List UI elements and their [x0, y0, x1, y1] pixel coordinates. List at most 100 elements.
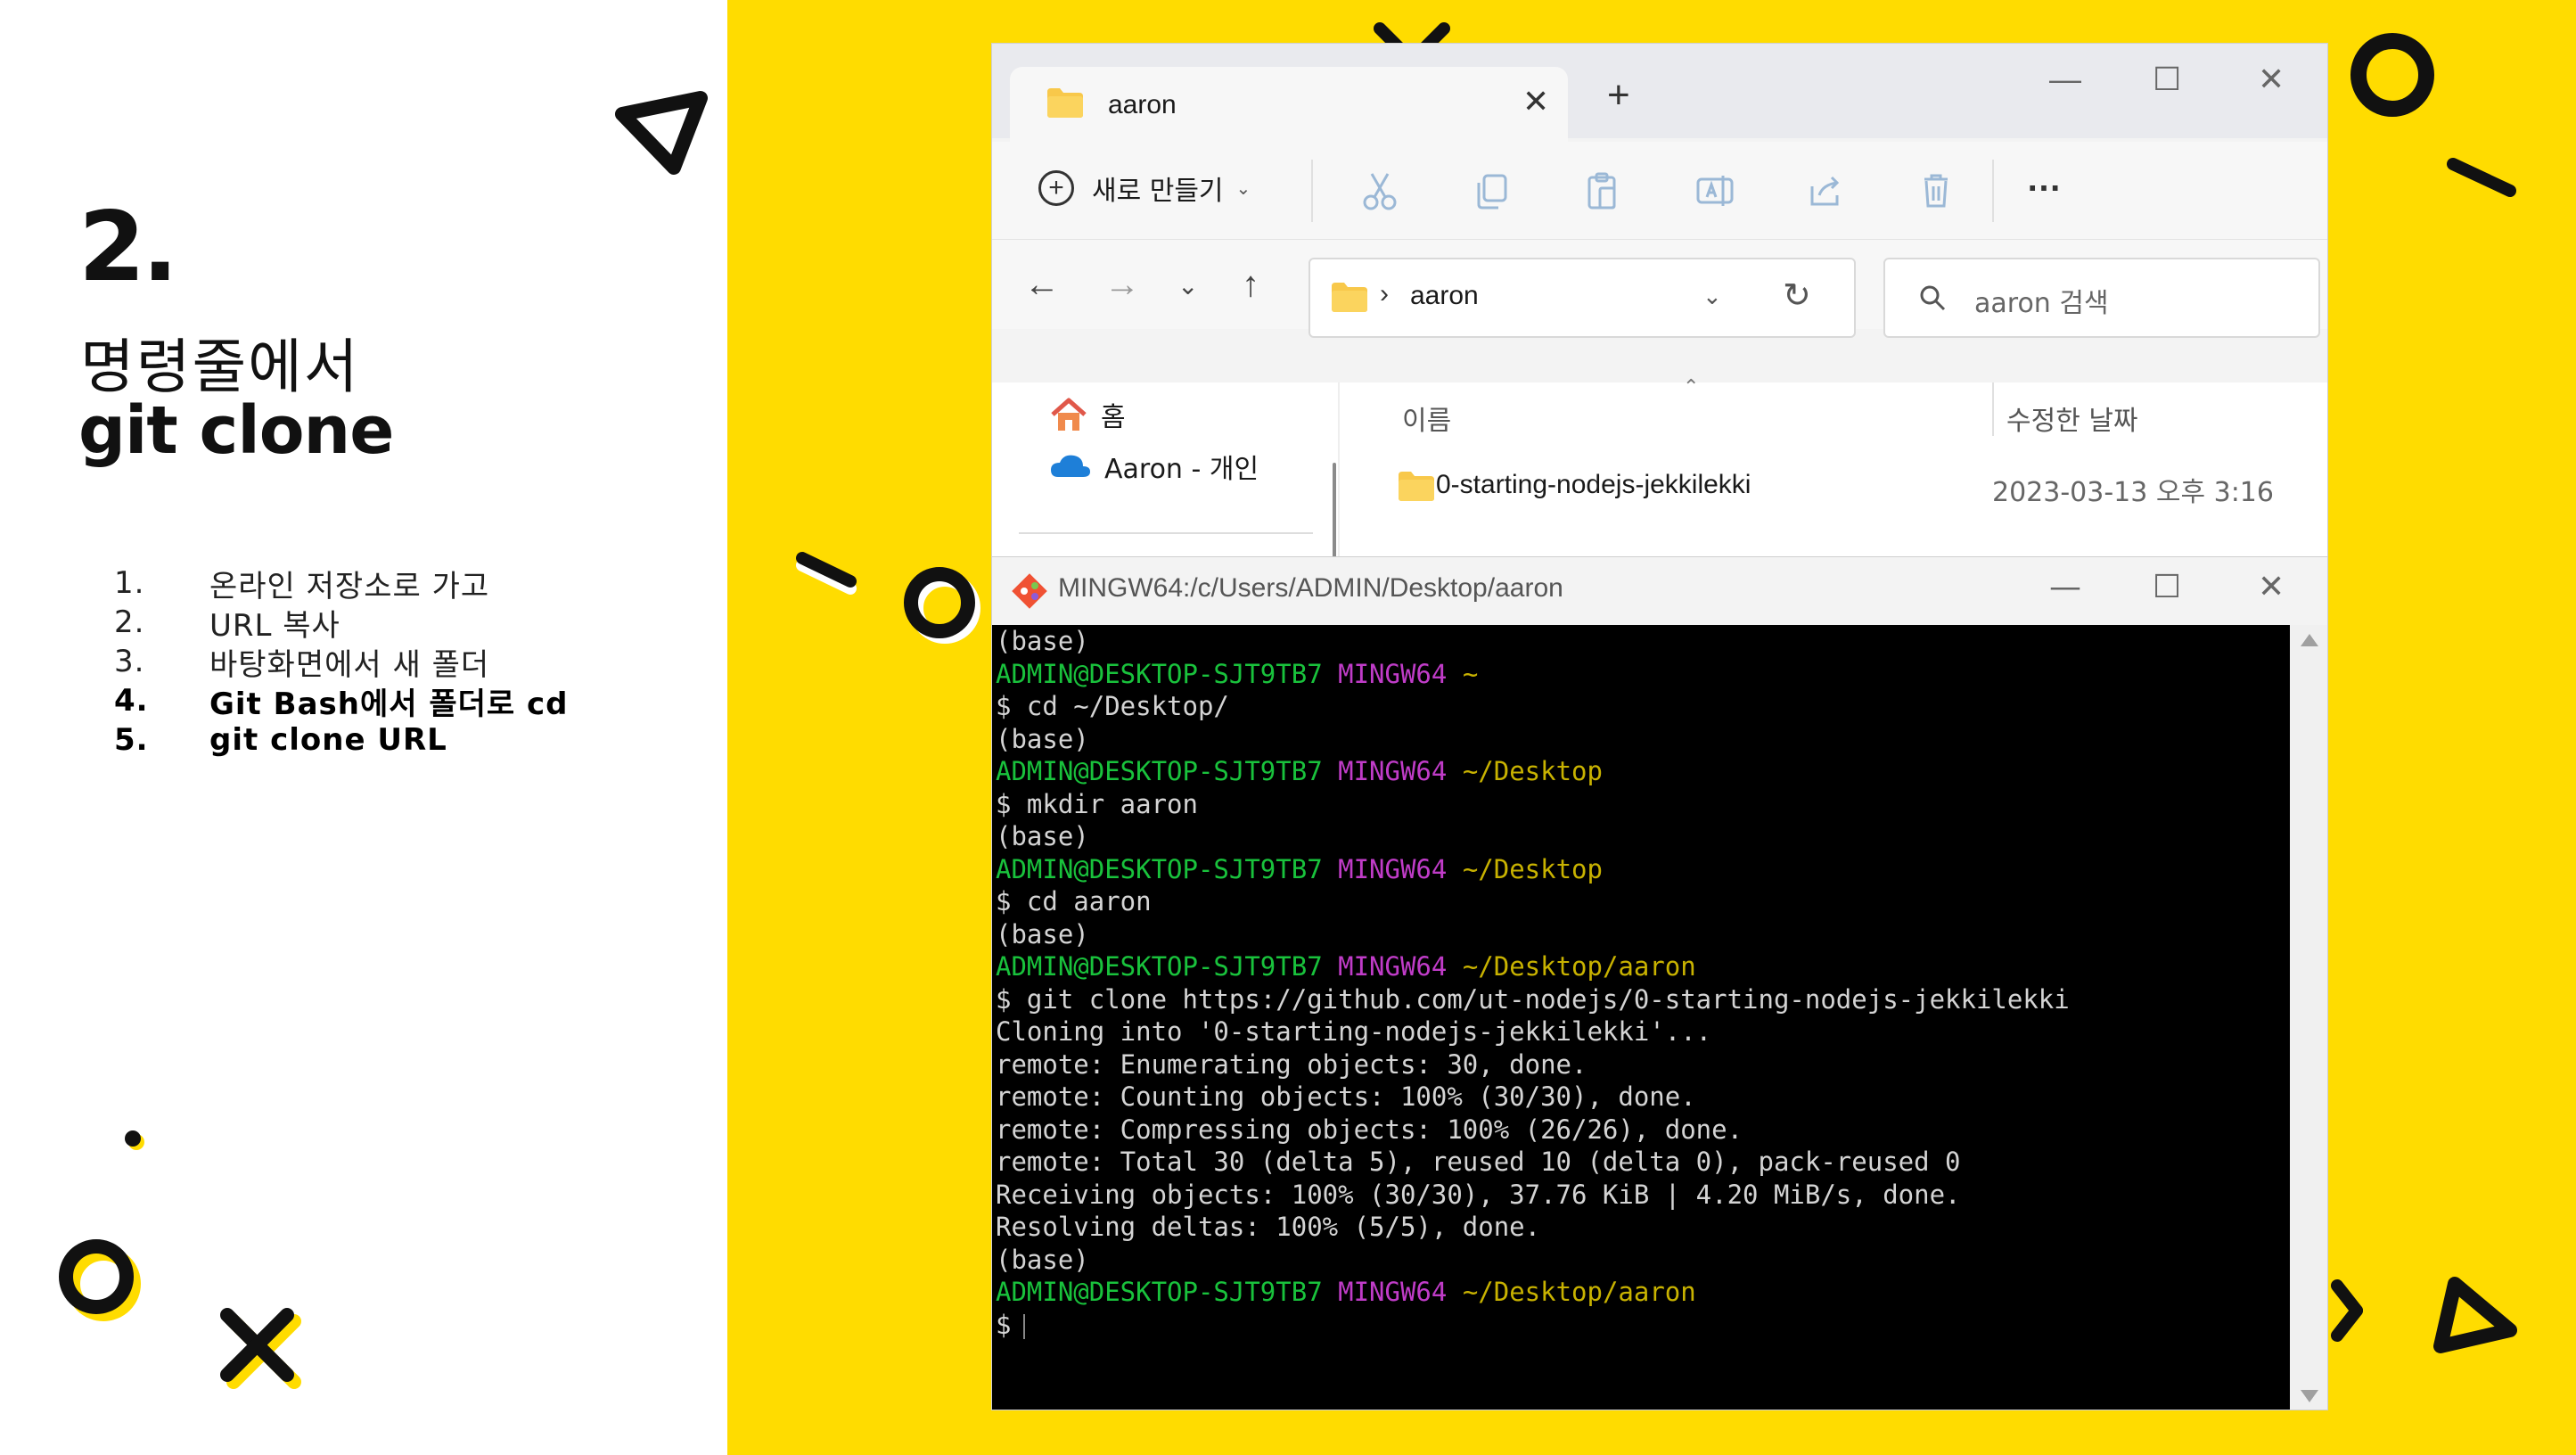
close-window-icon[interactable]: ✕	[2258, 63, 2285, 95]
terminal-output[interactable]: (base) ADMIN@DESKTOP-SJT9TB7 MINGW64 ~ $ c…	[992, 625, 2290, 1410]
terminal-output-line: Receiving objects: 100% (30/30), 37.76 K…	[996, 1179, 1961, 1210]
step-item: 4. Git Bash에서 폴더로 cd	[114, 681, 569, 722]
terminal-scrollbar[interactable]	[2290, 625, 2327, 1410]
terminal-output-line: $ mkdir aaron	[996, 788, 1198, 819]
home-icon	[1051, 398, 1087, 431]
explorer-tab[interactable]: aaron ✕	[1010, 67, 1568, 142]
close-tab-icon[interactable]: ✕	[1522, 83, 1549, 120]
terminal-prompt-line: ADMIN@DESKTOP-SJT9TB7 MINGW64 ~/Desktop	[992, 755, 2290, 788]
column-header-name[interactable]: 이름	[1402, 399, 1451, 438]
cut-icon[interactable]	[1358, 169, 1402, 213]
explorer-tab-label: aaron	[1108, 90, 1177, 119]
step-label: URL 복사	[209, 607, 340, 644]
sort-ascending-icon: ⌃	[1683, 375, 1700, 398]
up-arrow-icon[interactable]: ↑	[1242, 267, 1259, 302]
step-label: git clone URL	[209, 722, 447, 758]
terminal-titlebar: MINGW64:/c/Users/ADMIN/Desktop/aaron — ☐…	[992, 557, 2327, 625]
triangle-decoration-icon	[615, 91, 708, 175]
scroll-down-icon[interactable]	[2301, 1390, 2318, 1402]
folder-icon	[1332, 283, 1367, 312]
folder-icon	[1047, 88, 1083, 118]
step-label: 온라인 저장소로 가고	[209, 568, 490, 604]
breadcrumb-separator-icon: ›	[1380, 279, 1389, 308]
step-number: 2.	[114, 604, 145, 640]
terminal-title: MINGW64:/c/Users/ADMIN/Desktop/aaron	[1058, 573, 1563, 603]
circle-decoration-icon	[59, 1239, 141, 1321]
search-input[interactable]: aaron 검색	[1883, 258, 2320, 338]
explorer-content: 홈 Aaron - 개인 이름 ⌃ 수정한 날짜 0-starting-node…	[992, 375, 2327, 559]
close-window-icon[interactable]: ✕	[2258, 571, 2285, 604]
sidebar-divider	[1019, 532, 1313, 534]
file-list-item[interactable]: 0-starting-nodejs-jekkilekki 2023-03-13 …	[1366, 454, 2311, 516]
prompt-user-host: ADMIN@DESKTOP-SJT9TB7	[996, 1277, 1323, 1307]
prompt-user-host: ADMIN@DESKTOP-SJT9TB7	[996, 951, 1323, 982]
recent-locations-icon[interactable]: ⌄	[1177, 274, 1198, 299]
triangle-decoration-icon	[2433, 1277, 2517, 1353]
search-icon	[1920, 285, 1946, 311]
address-bar[interactable]: › aaron ⌄ ↻	[1309, 258, 1856, 338]
file-explorer-window: aaron ✕ + — ☐ ✕ + 새로 만들기 ⌄ … ← → ⌄ ↑ › a…	[991, 43, 2328, 560]
minimize-icon[interactable]: —	[2049, 571, 2081, 604]
terminal-output-line: $ git clone https://github.com/ut-nodejs…	[996, 983, 2070, 1015]
step-number: 5.	[114, 722, 149, 758]
terminal-output-line: remote: Enumerating objects: 30, done.	[996, 1048, 1587, 1080]
minimize-icon[interactable]: —	[2049, 63, 2081, 95]
terminal-output-line: (base)	[996, 821, 1089, 851]
plus-circle-icon: +	[1038, 170, 1074, 206]
prompt-shell: MINGW64	[1338, 1277, 1448, 1307]
column-divider[interactable]	[1992, 382, 1994, 436]
sidebar-scrollbar[interactable]	[1333, 463, 1336, 559]
paste-icon[interactable]	[1580, 169, 1625, 213]
copy-icon[interactable]	[1470, 169, 1514, 213]
sidebar-item-home[interactable]: 홈	[1049, 395, 1126, 434]
scroll-up-icon[interactable]	[2301, 634, 2318, 646]
back-arrow-icon[interactable]: ←	[1024, 267, 1060, 302]
steps-list: 1. 온라인 저장소로 가고 2. URL 복사 3. 바탕화면에서 새 폴더 4. G…	[114, 563, 569, 760]
refresh-icon[interactable]: ↻	[1783, 275, 1811, 316]
more-options-icon[interactable]: …	[2026, 161, 2062, 197]
breadcrumb-path[interactable]: aaron	[1410, 281, 1479, 311]
new-item-button[interactable]: + 새로 만들기 ⌄	[1038, 169, 1251, 208]
prompt-path: ~/Desktop/aaron	[1462, 1277, 1696, 1307]
chevron-down-icon: ⌄	[1235, 178, 1251, 199]
prompt-symbol: $	[996, 1309, 1012, 1340]
explorer-address-row: ← → ⌄ ↑ › aaron ⌄ ↻ aaron 검색	[992, 240, 2327, 338]
prompt-shell: MINGW64	[1338, 853, 1448, 884]
sidebar-item-onedrive[interactable]: Aaron - 개인	[1049, 447, 1259, 486]
step-number: 1.	[114, 565, 145, 601]
step-number: 4.	[114, 683, 149, 719]
cross-decoration-icon	[2331, 1279, 2363, 1342]
toolbar-divider	[1992, 160, 1994, 222]
prompt-user-host: ADMIN@DESKTOP-SJT9TB7	[996, 658, 1323, 689]
cross-decoration-icon	[220, 1308, 301, 1389]
navigation-pane: 홈 Aaron - 개인	[992, 382, 1340, 559]
terminal-output-line: Resolving deltas: 100% (5/5), done.	[996, 1212, 1541, 1242]
text-cursor	[1023, 1313, 1026, 1339]
search-placeholder: aaron 검색	[1974, 288, 2109, 319]
prompt-path: ~/Desktop/aaron	[1462, 951, 1696, 982]
terminal-output-line: Cloning into '0-starting-nodejs-jekkilek…	[996, 1016, 1712, 1047]
toolbar-divider	[1311, 160, 1313, 222]
rename-icon[interactable]	[1693, 169, 1737, 213]
terminal-output-line: $ cd aaron	[996, 886, 1152, 917]
prompt-path: ~	[1462, 658, 1479, 689]
prompt-shell: MINGW64	[1338, 756, 1448, 786]
slide-number: 2.	[78, 192, 178, 303]
terminal-prompt-line: ADMIN@DESKTOP-SJT9TB7 MINGW64 ~	[992, 658, 2290, 691]
cloud-icon	[1051, 455, 1090, 477]
sidebar-item-label: 홈	[1101, 402, 1126, 433]
new-tab-button[interactable]: +	[1607, 76, 1630, 115]
step-label: 바탕화면에서 새 폴더	[209, 646, 490, 683]
maximize-icon[interactable]: ☐	[2153, 63, 2181, 95]
address-dropdown-icon[interactable]: ⌄	[1702, 283, 1722, 310]
share-icon[interactable]	[1803, 169, 1848, 213]
column-header-date[interactable]: 수정한 날짜	[2006, 399, 2138, 438]
file-modified-date: 2023-03-13 오후 3:16	[1992, 477, 2274, 508]
prompt-user-host: ADMIN@DESKTOP-SJT9TB7	[996, 756, 1323, 786]
terminal-prompt-line: ADMIN@DESKTOP-SJT9TB7 MINGW64 ~/Desktop/…	[992, 1276, 2290, 1309]
maximize-icon[interactable]: ☐	[2153, 571, 2181, 604]
delete-icon[interactable]	[1914, 169, 1958, 213]
prompt-path: ~/Desktop	[1462, 853, 1603, 884]
forward-arrow-icon[interactable]: →	[1104, 267, 1140, 302]
prompt-shell: MINGW64	[1338, 951, 1448, 982]
